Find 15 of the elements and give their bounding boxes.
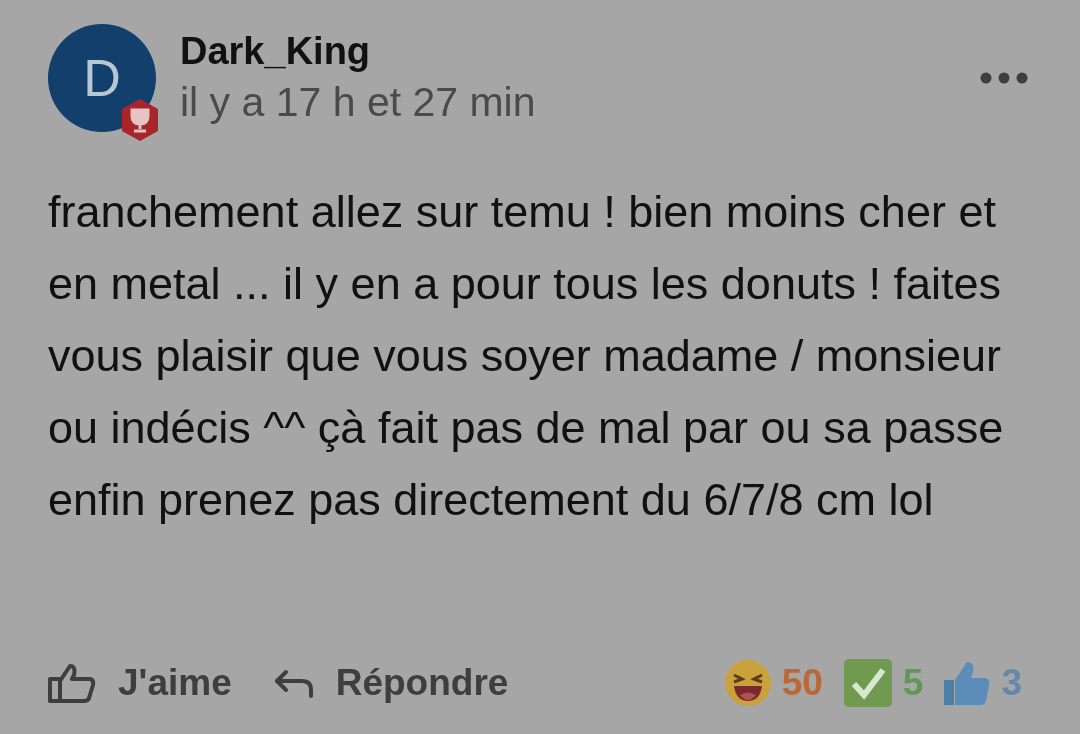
reaction-count: 3 [1001, 662, 1022, 704]
reaction-count: 50 [781, 662, 823, 704]
reaction-count: 5 [902, 662, 924, 704]
thumbs-up-icon [48, 663, 96, 703]
comment-time: il y a 17 h et 27 min [180, 79, 537, 126]
laughing-face-icon [723, 659, 772, 707]
like-button[interactable]: J'aime [48, 662, 232, 704]
more-options-icon[interactable] [980, 72, 1028, 84]
avatar[interactable]: D [48, 24, 156, 132]
reply-button[interactable]: Répondre [273, 662, 509, 704]
thumbs-up-icon [943, 660, 992, 706]
reply-arrow-icon [273, 668, 314, 698]
author-name[interactable]: Dark_King [180, 30, 956, 73]
comment-text: franchement allez sur temu ! bien moins cher et en metal ... il y en a pour tous les donuts ! faites vous plaisir que vous soyer madame / monsieur ou indécis ^^ çà fait pas de mal par ou sa passe enfin prenez pas directement du 6/7/8 cm lol [48, 185, 1005, 527]
check-mark-icon [842, 658, 893, 708]
